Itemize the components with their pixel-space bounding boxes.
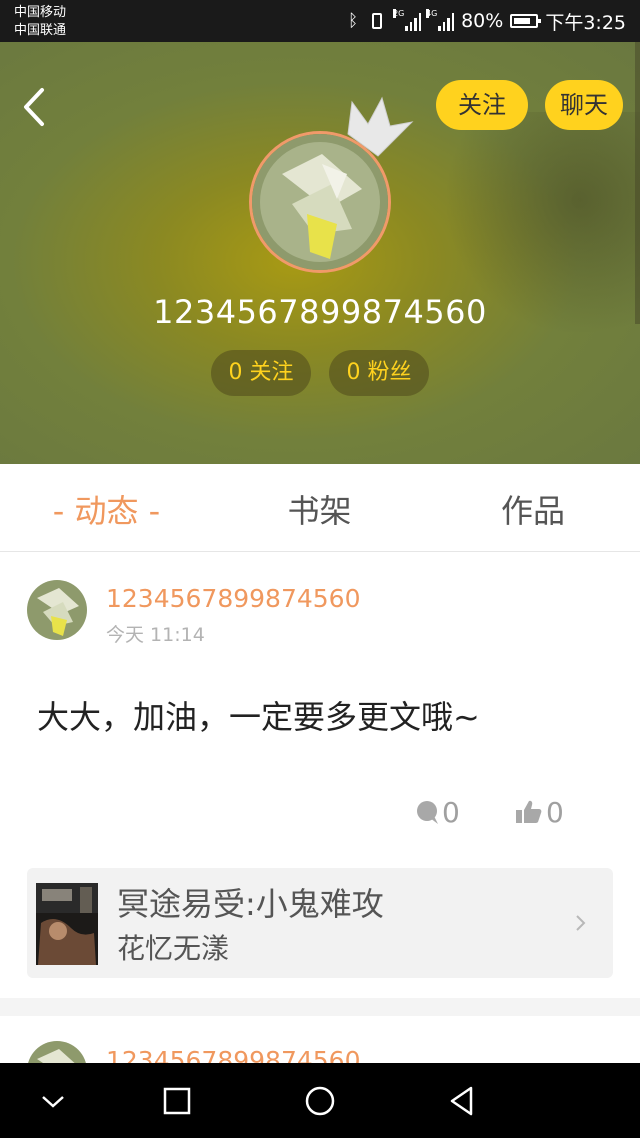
thumbs-up-icon xyxy=(516,800,542,823)
profile-tabs: - 动态 - 书架 作品 xyxy=(0,464,640,552)
chat-button[interactable]: 聊天 xyxy=(545,80,623,130)
circle-icon xyxy=(305,1086,335,1116)
post-timestamp: 今天 11:14 xyxy=(106,624,205,646)
back-button[interactable] xyxy=(14,82,58,132)
carrier-name: 中国移动 xyxy=(14,5,67,20)
recent-apps-button[interactable] xyxy=(153,1077,201,1125)
book-author: 花忆无漾 xyxy=(117,932,230,965)
battery-icon xyxy=(510,14,542,28)
triangle-back-icon xyxy=(450,1086,473,1116)
back-nav-button[interactable] xyxy=(438,1077,486,1125)
home-button[interactable] xyxy=(296,1077,344,1125)
scrollbar[interactable] xyxy=(635,42,640,324)
comment-count: 0 xyxy=(442,795,460,829)
carrier-name: 中国联通 xyxy=(14,23,67,38)
author-avatar[interactable] xyxy=(27,580,87,640)
status-icons: ᛒ 2G 4G 80% 下午3:25 xyxy=(347,9,626,34)
chevron-right-icon xyxy=(576,915,586,931)
signal-icon: 4G xyxy=(426,9,455,31)
post-author[interactable]: 1234567899874560 xyxy=(106,582,361,616)
tab-activity[interactable]: - 动态 - xyxy=(0,464,213,551)
profile-avatar[interactable] xyxy=(249,131,391,273)
profile-header: 关注 聊天 1234567899874560 0 关注 0 粉丝 xyxy=(0,42,640,464)
like-count: 0 xyxy=(546,795,564,829)
origami-avatar-image xyxy=(252,134,388,270)
post-text: 大大，加油，一定要多更文哦~ xyxy=(37,698,480,736)
like-button[interactable]: 0 xyxy=(514,792,564,832)
chevron-left-icon xyxy=(24,88,44,126)
book-title: 冥途易受:小鬼难攻 xyxy=(117,885,384,923)
profile-username: 1234567899874560 xyxy=(153,293,487,331)
followers-count[interactable]: 0 粉丝 xyxy=(329,350,429,396)
tab-works[interactable]: 作品 xyxy=(426,464,640,551)
chevron-down-icon xyxy=(42,1096,64,1108)
signal-icon: 2G xyxy=(393,9,422,31)
system-navigation-bar xyxy=(0,1063,640,1138)
clock: 下午3:25 xyxy=(545,11,626,34)
tab-bookshelf[interactable]: 书架 xyxy=(213,464,426,551)
status-bar: 中国移动 中国联通 ᛒ 2G 4G 80% 下午3:25 xyxy=(0,0,640,42)
bluetooth-icon: ᛒ xyxy=(347,11,359,31)
square-icon xyxy=(163,1087,191,1115)
following-count[interactable]: 0 关注 xyxy=(211,350,311,396)
battery-percent: 80% xyxy=(461,10,504,32)
feed-item: 1234567899874560 今天 11:14 大大，加油，一定要多更文哦~… xyxy=(0,552,640,998)
origami-avatar-image xyxy=(27,580,87,640)
vibrate-icon xyxy=(366,12,388,30)
comment-bubble-icon xyxy=(417,801,438,824)
linked-book[interactable]: 冥途易受:小鬼难攻 花忆无漾 xyxy=(27,868,613,978)
hide-keyboard-button[interactable] xyxy=(29,1077,77,1125)
follow-button[interactable]: 关注 xyxy=(436,80,528,130)
comment-button[interactable]: 0 xyxy=(414,792,460,832)
book-cover-image xyxy=(36,883,98,965)
